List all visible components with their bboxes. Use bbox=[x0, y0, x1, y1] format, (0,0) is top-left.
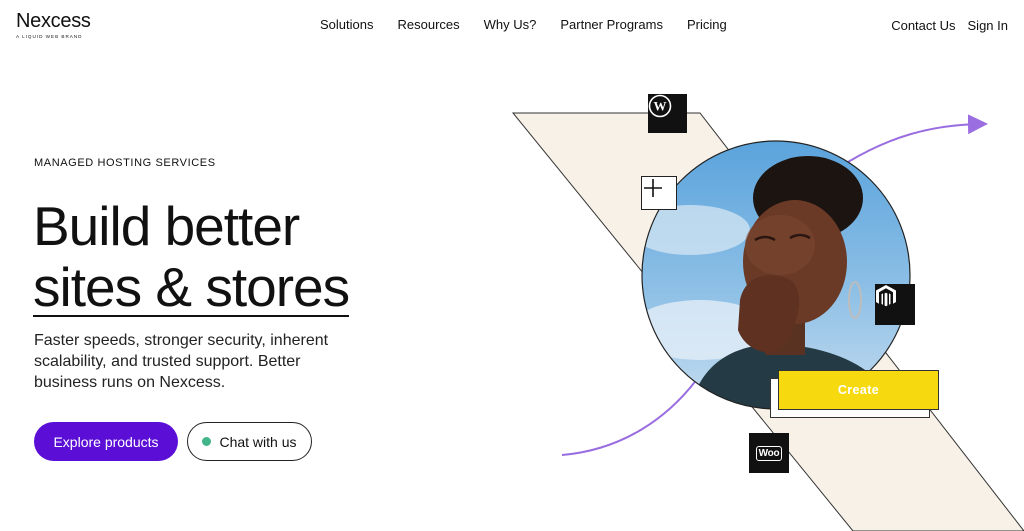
nav-why-us[interactable]: Why Us? bbox=[484, 17, 537, 33]
contact-us-link[interactable]: Contact Us bbox=[891, 18, 955, 34]
diagonal-band bbox=[511, 112, 1024, 531]
nav-pricing[interactable]: Pricing bbox=[687, 17, 727, 33]
account-links: Contact Us Sign In bbox=[879, 18, 1008, 34]
online-status-dot-icon bbox=[202, 437, 212, 446]
top-navigation: Nexcess A LIQUID WEB BRAND Solutions Res… bbox=[0, 0, 1024, 50]
explore-products-label: Explore products bbox=[53, 433, 159, 450]
create-card-shadow bbox=[770, 378, 930, 418]
nav-partner-programs[interactable]: Partner Programs bbox=[560, 17, 663, 33]
nav-solutions[interactable]: Solutions bbox=[320, 17, 373, 33]
photo-circle bbox=[642, 141, 910, 409]
woocommerce-icon: Woo bbox=[749, 433, 789, 473]
logo-tagline: A LIQUID WEB BRAND bbox=[16, 34, 83, 39]
svg-text:W: W bbox=[654, 99, 667, 114]
plus-icon bbox=[641, 176, 677, 210]
create-button-graphic: Create bbox=[778, 370, 939, 410]
logo-wordmark: Nexcess bbox=[16, 10, 91, 32]
magento-icon bbox=[875, 284, 915, 325]
hero-eyebrow: MANAGED HOSTING SERVICES bbox=[34, 157, 216, 169]
hero-headline: Build better sites & stores bbox=[33, 195, 350, 318]
nexcess-logo[interactable]: Nexcess A LIQUID WEB BRAND bbox=[16, 11, 91, 40]
wordpress-icon: W bbox=[648, 94, 687, 133]
chat-with-us-label: Chat with us bbox=[219, 433, 297, 450]
headline-line-1: Build better bbox=[33, 195, 300, 257]
nav-resources[interactable]: Resources bbox=[397, 17, 459, 33]
purple-arrow-top bbox=[847, 114, 988, 163]
sign-in-link[interactable]: Sign In bbox=[968, 18, 1008, 34]
main-menu: Solutions Resources Why Us? Partner Prog… bbox=[320, 17, 727, 33]
woo-label: Woo bbox=[755, 445, 783, 461]
headline-line-2: sites & stores bbox=[33, 256, 350, 318]
hero-subtext: Faster speeds, stronger security, inhere… bbox=[34, 332, 329, 391]
chat-with-us-button[interactable]: Chat with us bbox=[187, 422, 312, 461]
purple-arrow-bottom bbox=[561, 367, 706, 456]
explore-products-button[interactable]: Explore products bbox=[34, 422, 178, 461]
